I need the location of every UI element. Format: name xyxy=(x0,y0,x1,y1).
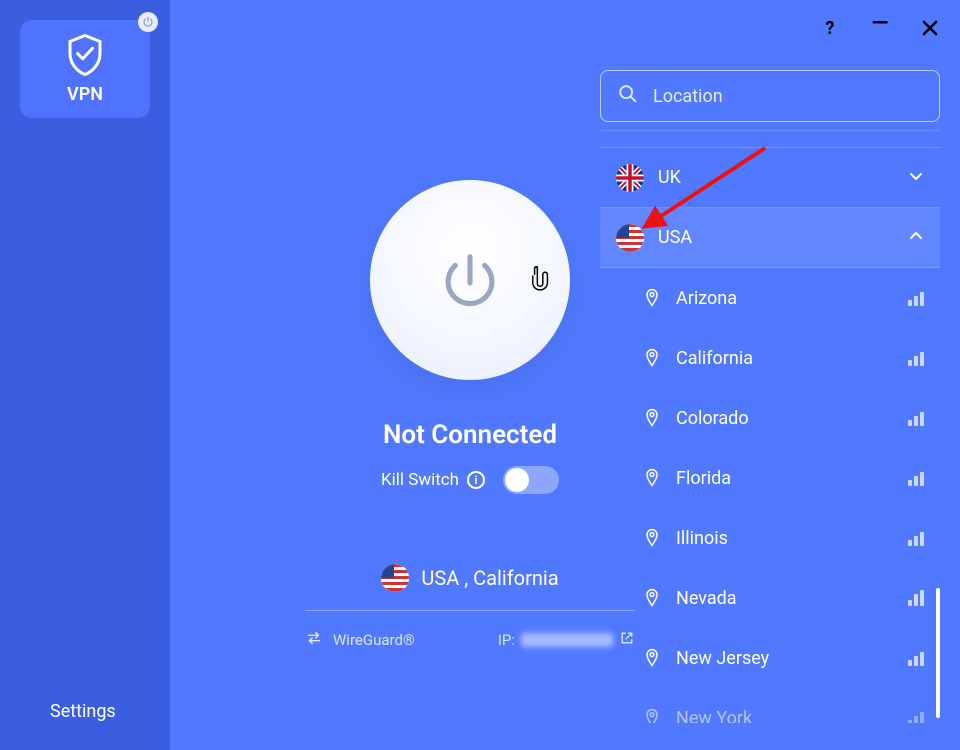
settings-link[interactable]: Settings xyxy=(50,701,116,722)
city-name: New Jersey xyxy=(676,648,894,669)
info-icon[interactable]: i xyxy=(467,471,485,489)
connection-status: Not Connected xyxy=(383,420,557,450)
city-row[interactable]: Nevada xyxy=(600,568,940,628)
country-row-uk[interactable]: UK xyxy=(600,148,940,208)
city-row[interactable]: Colorado xyxy=(600,388,940,448)
pin-icon xyxy=(642,288,662,308)
sidebar: VPN Settings xyxy=(0,0,170,750)
chevron-down-icon xyxy=(908,168,924,188)
pin-icon xyxy=(642,528,662,548)
city-name: Nevada xyxy=(676,588,894,609)
city-row[interactable]: Arizona xyxy=(600,268,940,328)
locations-panel: UK USA xyxy=(600,70,940,730)
signal-icon xyxy=(908,530,924,546)
signal-icon xyxy=(908,470,924,486)
close-button[interactable] xyxy=(920,18,940,38)
city-name: Colorado xyxy=(676,408,894,429)
pin-icon xyxy=(642,348,662,368)
decorative-strip xyxy=(600,130,940,148)
pin-icon xyxy=(642,708,662,723)
help-button[interactable]: ? xyxy=(820,18,840,38)
vpn-label: VPN xyxy=(67,84,103,105)
divider xyxy=(305,610,635,611)
kill-switch-label: Kill Switch xyxy=(381,470,459,490)
cursor-icon xyxy=(530,265,552,295)
city-list[interactable]: Arizona California Colorado Florida Illi… xyxy=(600,268,940,723)
signal-icon xyxy=(908,350,924,366)
shield-icon xyxy=(67,34,103,74)
selected-location-text: USA , California xyxy=(421,566,558,590)
signal-icon xyxy=(908,710,924,723)
pin-icon xyxy=(642,408,662,428)
city-row[interactable]: Florida xyxy=(600,448,940,508)
country-name: UK xyxy=(658,167,894,188)
city-row[interactable]: Illinois xyxy=(600,508,940,568)
chevron-up-icon xyxy=(908,228,924,248)
pin-icon xyxy=(642,588,662,608)
minimize-button[interactable]: — xyxy=(870,13,890,33)
protocol-label[interactable]: WireGuard® xyxy=(333,631,415,649)
country-name: USA xyxy=(658,227,894,248)
city-name: Illinois xyxy=(676,528,894,549)
city-name: Florida xyxy=(676,468,894,489)
signal-icon xyxy=(908,590,924,606)
uk-flag-icon xyxy=(616,164,644,192)
signal-icon xyxy=(908,650,924,666)
us-flag-icon xyxy=(381,564,409,592)
power-icon xyxy=(435,245,505,315)
city-name: Arizona xyxy=(676,288,894,309)
pin-icon xyxy=(642,648,662,668)
city-row[interactable]: California xyxy=(600,328,940,388)
city-row[interactable]: New Jersey xyxy=(600,628,940,688)
titlebar: ? — xyxy=(820,18,940,38)
us-flag-icon xyxy=(616,224,644,252)
ip-label: IP: xyxy=(498,631,515,649)
signal-icon xyxy=(908,290,924,306)
location-search-input[interactable] xyxy=(653,86,923,107)
country-row-usa[interactable]: USA xyxy=(600,208,940,268)
pin-icon xyxy=(642,468,662,488)
city-row[interactable]: New York xyxy=(600,688,940,723)
kill-switch-toggle[interactable] xyxy=(503,466,559,494)
city-name: California xyxy=(676,348,894,369)
swap-icon[interactable] xyxy=(305,629,323,651)
signal-icon xyxy=(908,410,924,426)
location-search[interactable] xyxy=(600,70,940,122)
search-icon xyxy=(617,83,639,109)
sidebar-item-vpn[interactable]: VPN xyxy=(20,20,150,118)
selected-location[interactable]: USA , California xyxy=(381,564,558,592)
power-badge-icon xyxy=(138,12,158,32)
main-area: ? — Not xyxy=(170,0,960,750)
city-name: New York xyxy=(676,708,894,724)
